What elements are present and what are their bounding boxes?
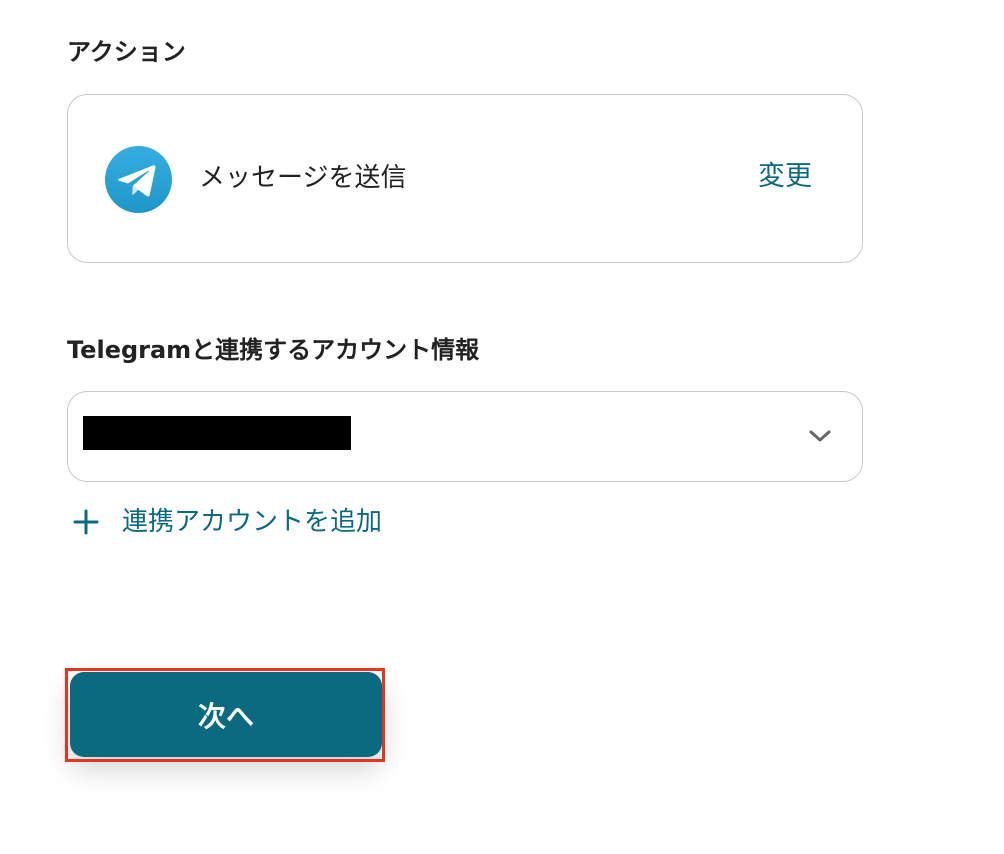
redacted-account-value bbox=[83, 416, 351, 450]
add-account-label: 連携アカウントを追加 bbox=[122, 507, 383, 537]
plus-icon bbox=[73, 509, 99, 535]
telegram-icon bbox=[105, 146, 172, 213]
add-account-button[interactable]: 連携アカウントを追加 bbox=[72, 505, 382, 539]
chevron-down-icon bbox=[809, 430, 831, 442]
action-card: メッセージを送信 変更 bbox=[67, 94, 863, 263]
action-section-label: アクション bbox=[67, 38, 186, 66]
page: アクション メッセージを送信 変更 Telegramと連携するアカウント情報 連… bbox=[0, 0, 1004, 854]
change-action-button[interactable]: 変更 bbox=[758, 163, 812, 190]
account-select[interactable] bbox=[67, 391, 863, 482]
highlight-box bbox=[65, 668, 385, 762]
account-section-label: Telegramと連携するアカウント情報 bbox=[67, 336, 480, 364]
action-name: メッセージを送信 bbox=[199, 163, 407, 193]
